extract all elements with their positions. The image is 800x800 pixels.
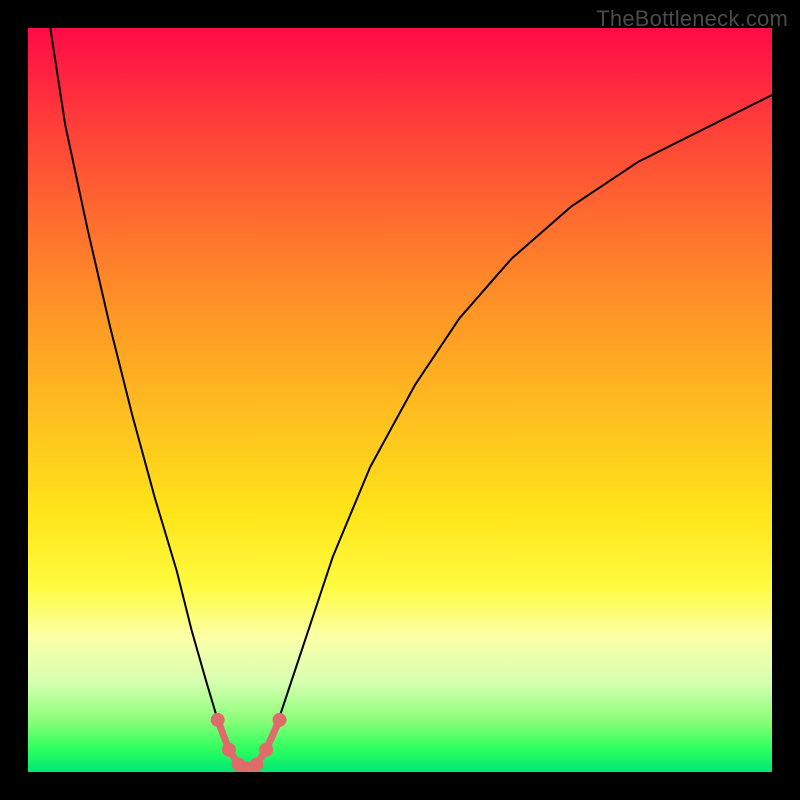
curve-path (50, 28, 772, 768)
highlight-dot (273, 713, 287, 727)
highlight-dot (211, 713, 225, 727)
highlight-dot (249, 758, 263, 772)
highlight-dot (222, 743, 236, 757)
bottleneck-curve-svg (28, 28, 772, 772)
watermark-text: TheBottleneck.com (596, 6, 788, 32)
plot-area (28, 28, 772, 772)
highlight-dot (259, 743, 273, 757)
